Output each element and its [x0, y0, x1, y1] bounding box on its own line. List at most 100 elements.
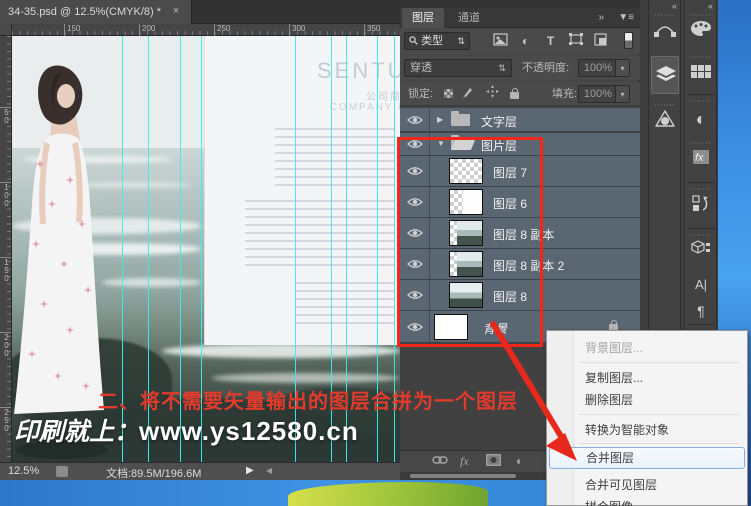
panel-tab-bar: 图层 通道 » ▼≡ — [400, 8, 640, 28]
horizontal-ruler: 150 200 250 300 350 — [12, 24, 400, 36]
opacity-value[interactable]: 100% — [578, 59, 616, 77]
ruler-label: 350 — [364, 24, 380, 36]
status-bar: 12.5% 文档:89.5M/196.6M ▶ ◀ — [0, 462, 400, 480]
ruler-label: 300 — [289, 24, 305, 36]
paths-panel-button[interactable] — [651, 12, 679, 50]
adjustments-panel-button[interactable]: ◐ — [687, 98, 715, 136]
tutorial-annotation-text: 二、将不需要矢量输出的图层合拼为一个图层 — [98, 385, 518, 414]
page-paragraph-lines — [295, 282, 395, 330]
panel-top-strip — [400, 0, 640, 8]
lock-transparency-icon[interactable] — [444, 89, 453, 98]
menu-item-flatten-image[interactable]: 拼合图像 — [549, 496, 745, 506]
paragraph-panel-button[interactable]: ¶ — [687, 296, 715, 322]
adjustment-layer-icon[interactable]: ◐ — [516, 454, 523, 468]
panel-scroll-handle[interactable] — [410, 474, 516, 478]
filter-switch-icon[interactable] — [624, 32, 633, 49]
sphere-icon — [651, 110, 679, 137]
expand-panels-icon[interactable]: » — [598, 12, 604, 23]
menu-item-merge-layers[interactable]: 合并图层 — [549, 447, 745, 469]
vertical-ruler: 50 100 150 200 250 — [0, 36, 12, 462]
history-icon — [687, 194, 715, 221]
lock-row: 锁定: 填充: 100% ▾ — [400, 82, 640, 106]
layer-mask-icon[interactable] — [486, 454, 501, 469]
fx-icon: fx — [687, 148, 715, 175]
watermark-url: www.ys12580.cn — [139, 416, 359, 446]
paragraph-icon: ¶ — [687, 298, 715, 324]
chevron-right-icon[interactable]: ▶ — [437, 115, 443, 124]
layer-name[interactable]: 文字层 — [481, 113, 517, 130]
filter-shape-icon[interactable] — [567, 33, 584, 49]
swatches-icon — [687, 62, 715, 88]
history-panel-button[interactable] — [687, 186, 715, 224]
visibility-toggle[interactable] — [400, 108, 430, 131]
menu-separator — [579, 443, 739, 444]
annotation-rectangle — [397, 137, 543, 347]
opacity-dropdown-icon[interactable]: ▾ — [616, 59, 630, 77]
updown-icon: ⇅ — [498, 60, 506, 76]
status-small-arrow-icon: ◀ — [266, 466, 272, 475]
layer-context-menu: 背景图层... 复制图层... 删除图层 转换为智能对象 合并图层 合并可见图层… — [546, 330, 748, 506]
menu-item-background-layer: 背景图层... — [549, 337, 745, 359]
menu-item-delete-layer[interactable]: 删除图层 — [549, 389, 745, 411]
color-panel-button[interactable] — [687, 12, 715, 50]
styles-panel-button[interactable]: fx — [687, 140, 715, 178]
ruler-label: 150 — [64, 24, 80, 36]
collapse-dock-icon[interactable]: « — [672, 1, 677, 11]
folder-icon — [451, 114, 470, 126]
swatches-panel-button[interactable] — [687, 54, 715, 88]
tab-layers[interactable]: 图层 — [402, 8, 444, 28]
3d-panel-button[interactable] — [651, 102, 679, 140]
tab-channels[interactable]: 通道 — [448, 8, 490, 28]
layers-panel-button[interactable] — [651, 56, 679, 94]
link-layers-icon[interactable] — [432, 454, 448, 469]
ruler-label: 200 — [0, 332, 11, 357]
document-tab[interactable]: 34-35.psd @ 12.5%(CMYK/8) * — [0, 0, 192, 24]
character-panel-button[interactable]: A| — [687, 270, 715, 296]
watermark: 印刷就上：www.ys12580.cn — [14, 412, 359, 448]
lock-label: 锁定: — [408, 85, 433, 103]
page-subtitle-en: COMPANY PR — [330, 102, 400, 113]
filter-smart-object-icon[interactable] — [592, 33, 609, 49]
fill-value[interactable]: 100% — [578, 85, 616, 103]
filter-pixel-icon[interactable] — [492, 33, 509, 49]
filter-kind-label: 类型 — [421, 35, 443, 47]
zoom-level-field[interactable]: 12.5% — [8, 465, 39, 477]
page-title: SENTUE — [317, 58, 400, 84]
blend-mode-row: 穿透 ⇅ 不透明度: 100% ▾ — [400, 56, 640, 80]
menu-item-merge-visible[interactable]: 合并可见图层 — [549, 474, 745, 496]
menu-separator — [579, 414, 739, 415]
ruler-label: 250 — [0, 407, 11, 432]
blend-mode-select[interactable]: 穿透 ⇅ — [404, 59, 512, 77]
filter-kind-dropdown[interactable]: 类型 ⇅ — [404, 32, 470, 50]
search-icon — [409, 36, 418, 45]
brochure-page: SENTUE 公司简介 COMPANY PR — [205, 36, 400, 345]
photoshop-window: 34-35.psd @ 12.5%(CMYK/8) * × 150 200 25… — [0, 0, 751, 506]
watermark-brush-text: 印刷就上： — [14, 419, 139, 446]
close-icon[interactable]: × — [168, 4, 184, 20]
svg-text:fx: fx — [695, 152, 704, 164]
ruler-label: 200 — [139, 24, 155, 36]
filter-adjustment-icon[interactable]: ◐ — [517, 33, 534, 49]
document-size-info[interactable]: 文档:89.5M/196.6M — [106, 465, 201, 481]
lock-paint-icon[interactable] — [460, 85, 477, 101]
adjustment-icon: ◐ — [687, 106, 715, 132]
panel-menu-icon[interactable]: ▼≡ — [618, 12, 634, 23]
menu-item-convert-smart-object[interactable]: 转换为智能对象 — [549, 419, 745, 441]
fill-dropdown-icon[interactable]: ▾ — [616, 85, 630, 103]
lock-position-icon[interactable] — [484, 85, 501, 101]
layer-row-group-text[interactable]: ▶ 文字层 — [400, 108, 640, 132]
ruler-label: 50 — [0, 107, 11, 124]
collapse-dock-icon[interactable]: « — [708, 1, 713, 11]
ruler-ticks — [7, 36, 11, 462]
menu-item-duplicate-layer[interactable]: 复制图层... — [549, 367, 745, 389]
character-panel-icon: A| — [687, 272, 715, 298]
status-icon — [56, 466, 68, 477]
menu-separator — [579, 362, 739, 363]
status-arrow-icon[interactable]: ▶ — [246, 465, 254, 476]
layer-style-fx-icon[interactable]: fx — [460, 454, 469, 469]
updown-icon: ⇅ — [457, 33, 465, 49]
3d-material-panel-button[interactable] — [687, 232, 715, 270]
filter-type-icon[interactable]: T — [542, 33, 559, 49]
lock-all-icon[interactable] — [510, 92, 519, 99]
blend-mode-value: 穿透 — [410, 62, 432, 74]
